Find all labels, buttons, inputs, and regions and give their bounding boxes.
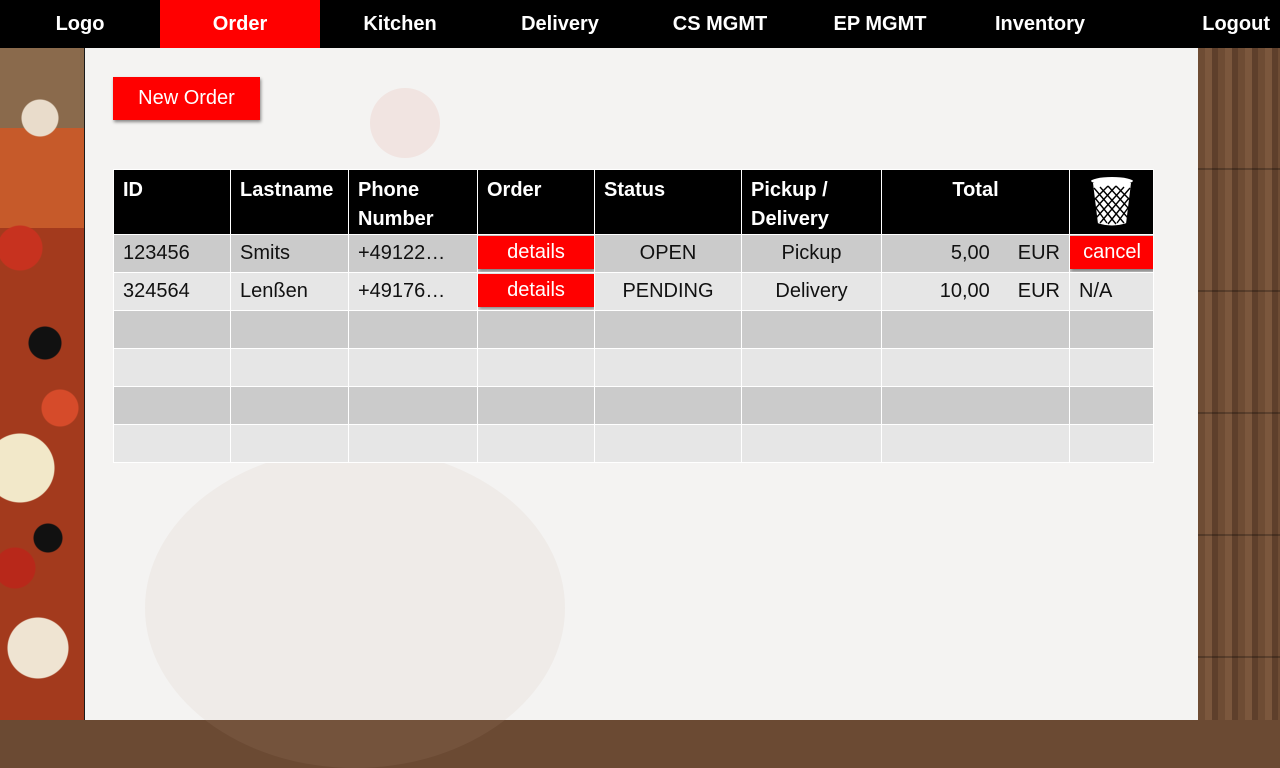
cell-lastname: Smits <box>230 234 349 273</box>
cell-id: 324564 <box>113 272 231 311</box>
wood-background-image <box>1197 48 1280 720</box>
table-header-row: ID Lastname Phone Number Order Status Pic… <box>113 169 1154 235</box>
top-nav: Logo Order Kitchen Delivery CS MGMT EP M… <box>0 0 1280 48</box>
empty-cell <box>348 424 478 463</box>
empty-cell <box>113 348 231 387</box>
empty-cell <box>348 310 478 349</box>
total-amount: 10,00 <box>939 280 990 302</box>
empty-cell <box>1069 348 1154 387</box>
cancel-button[interactable]: cancel <box>1070 236 1153 269</box>
header-lastname: Lastname <box>230 169 349 235</box>
empty-cell <box>113 310 231 349</box>
header-phone: Phone Number <box>348 169 478 235</box>
empty-cell <box>881 348 1070 387</box>
cell-phone: +49176… <box>348 272 478 311</box>
header-id: ID <box>113 169 231 235</box>
cell-phone: +49122… <box>348 234 478 273</box>
table-row: 123456 Smits +49122… details OPEN Pickup… <box>113 234 1154 273</box>
empty-cell <box>881 424 1070 463</box>
details-button[interactable]: details <box>478 236 594 269</box>
table-row-empty <box>113 386 1154 425</box>
empty-cell <box>594 424 742 463</box>
nav-logo[interactable]: Logo <box>0 0 160 48</box>
empty-cell <box>881 386 1070 425</box>
empty-cell <box>594 348 742 387</box>
cell-mode: Delivery <box>741 272 882 311</box>
total-amount: 5,00 <box>950 242 990 264</box>
header-pickup-delivery: Pickup / Delivery <box>741 169 882 235</box>
cell-cancel: cancel <box>1069 234 1154 273</box>
header-phone-line2: Number <box>358 208 434 230</box>
header-status: Status <box>594 169 742 235</box>
trash-can-icon <box>1070 174 1153 228</box>
new-order-button[interactable]: New Order <box>113 77 260 120</box>
table-row-empty <box>113 310 1154 349</box>
empty-cell <box>1069 424 1154 463</box>
empty-cell <box>1069 386 1154 425</box>
cell-mode: Pickup <box>741 234 882 273</box>
header-order: Order <box>477 169 595 235</box>
header-delete <box>1069 169 1154 235</box>
empty-cell <box>477 386 595 425</box>
empty-cell <box>113 424 231 463</box>
cell-total: 10,00 EUR <box>881 272 1070 311</box>
empty-cell <box>741 348 882 387</box>
empty-cell <box>230 310 349 349</box>
background-pizza-decoration <box>145 448 565 768</box>
table-row-empty <box>113 424 1154 463</box>
pizza-background-image <box>0 48 84 720</box>
empty-cell <box>477 348 595 387</box>
header-pickup-line2: Delivery <box>751 208 829 230</box>
nav-delivery[interactable]: Delivery <box>480 0 640 48</box>
main-panel: New Order ID Lastname Phone Number Order … <box>84 48 1198 768</box>
empty-cell <box>741 424 882 463</box>
nav-inventory[interactable]: Inventory <box>960 0 1120 48</box>
nav-order[interactable]: Order <box>160 0 320 48</box>
cell-lastname: Lenßen <box>230 272 349 311</box>
empty-cell <box>348 348 478 387</box>
empty-cell <box>741 386 882 425</box>
empty-cell <box>594 310 742 349</box>
nav-cs-mgmt[interactable]: CS MGMT <box>640 0 800 48</box>
cell-order: details <box>477 272 595 311</box>
empty-cell <box>881 310 1070 349</box>
nav-logout[interactable]: Logout <box>1160 0 1280 48</box>
header-phone-line1: Phone <box>358 179 420 201</box>
empty-cell <box>594 386 742 425</box>
cell-status: PENDING <box>594 272 742 311</box>
empty-cell <box>477 310 595 349</box>
empty-cell <box>230 424 349 463</box>
header-total: Total <box>881 169 1070 235</box>
orders-table: ID Lastname Phone Number Order Status Pic… <box>113 169 1154 463</box>
nav-kitchen[interactable]: Kitchen <box>320 0 480 48</box>
empty-cell <box>348 386 478 425</box>
background-tomato-decoration <box>370 88 440 158</box>
cell-order: details <box>477 234 595 273</box>
cell-total: 5,00 EUR <box>881 234 1070 273</box>
empty-cell <box>230 348 349 387</box>
details-button[interactable]: details <box>478 274 594 307</box>
nav-ep-mgmt[interactable]: EP MGMT <box>800 0 960 48</box>
total-currency: EUR <box>1017 280 1060 302</box>
cell-id: 123456 <box>113 234 231 273</box>
table-row-empty <box>113 348 1154 387</box>
empty-cell <box>230 386 349 425</box>
header-pickup-line1: Pickup / <box>751 179 828 201</box>
cell-status: OPEN <box>594 234 742 273</box>
total-currency: EUR <box>1017 242 1060 264</box>
empty-cell <box>477 424 595 463</box>
empty-cell <box>1069 310 1154 349</box>
table-row: 324564 Lenßen +49176… details PENDING De… <box>113 272 1154 311</box>
empty-cell <box>113 386 231 425</box>
cell-cancel-na: N/A <box>1069 272 1154 311</box>
empty-cell <box>741 310 882 349</box>
